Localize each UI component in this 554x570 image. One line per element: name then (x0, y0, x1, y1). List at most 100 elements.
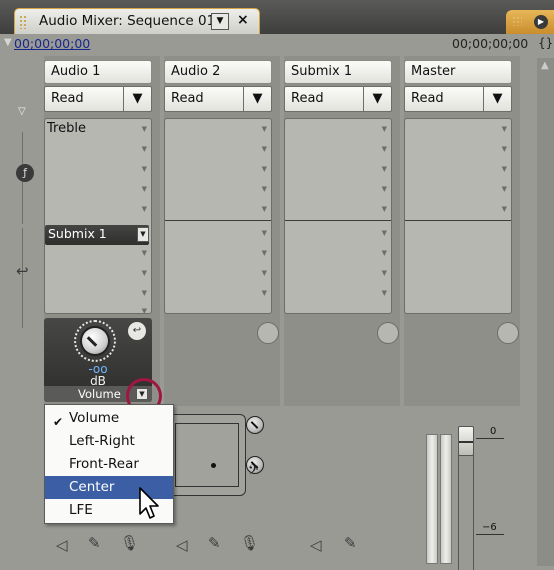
track-name[interactable]: Submix 1 (284, 60, 392, 84)
track-audio-1: Audio 1 Read ▼ Treble ▼ ▼ ▼ ▼ ▼ Submix 1… (44, 56, 160, 406)
slot-menu-icon[interactable]: ▼ (262, 205, 267, 213)
slot-menu-icon[interactable]: ▼ (142, 165, 147, 173)
panner-field[interactable] (175, 423, 239, 487)
slot-menu-icon[interactable]: ▼ (382, 165, 387, 173)
meter-left (426, 434, 438, 564)
bass-clef-icon: 𝄢 (248, 462, 259, 481)
effects-sends-panel: ▼ ▼ ▼ ▼ ▼ (404, 118, 519, 344)
record-mic-icon[interactable]: 🎙 (120, 534, 139, 552)
solo-pen-icon[interactable]: ✎ (344, 534, 357, 552)
slot-menu-icon[interactable]: ▼ (502, 185, 507, 193)
slot-menu-icon[interactable]: ▼ (502, 165, 507, 173)
solo-pen-icon[interactable]: ✎ (88, 534, 101, 552)
send-assignment-select[interactable]: Submix 1 ▼ (45, 225, 149, 245)
tab-menu-button[interactable]: ▼ (211, 13, 229, 30)
menu-item-left-right[interactable]: Left-Right (45, 430, 173, 453)
automation-mode-select[interactable]: Read ▼ (404, 86, 512, 112)
menu-item-label: Front-Rear (69, 456, 139, 472)
slot-menu-icon[interactable]: ▼ (142, 125, 147, 133)
sends-icon: ↩ (16, 262, 29, 280)
mute-speaker-icon[interactable]: ◁ (56, 536, 68, 554)
slot-menu-icon[interactable]: ▼ (382, 185, 387, 193)
slot-menu-icon[interactable]: ▼ (262, 145, 267, 153)
track-name[interactable]: Audio 1 (44, 60, 152, 84)
scroll-up-icon[interactable]: ▲ (541, 60, 549, 71)
menu-item-label: Volume (69, 410, 120, 426)
slot-menu-icon[interactable]: ▼ (382, 229, 387, 237)
surround-panner[interactable] (166, 414, 246, 496)
automation-mode-value: Read (291, 91, 324, 106)
slot-menu-icon[interactable]: ▼ (262, 165, 267, 173)
slot-menu-icon[interactable]: ▼ (382, 269, 387, 277)
slot-menu-icon[interactable]: ▼ (262, 185, 267, 193)
mute-speaker-icon[interactable]: ◁ (310, 536, 322, 554)
send-knob-placeholder[interactable] (257, 322, 279, 344)
vertical-scrollbar[interactable] (537, 58, 554, 566)
chevron-down-icon[interactable]: ▼ (243, 87, 271, 111)
meter-right (440, 434, 452, 564)
slot-menu-icon[interactable]: ▼ (502, 125, 507, 133)
slot-menu-icon[interactable]: ▼ (262, 229, 267, 237)
mouse-cursor-icon (139, 487, 159, 519)
track-name[interactable]: Master (404, 60, 512, 84)
fader-track[interactable] (458, 450, 474, 570)
send-level-knob[interactable] (82, 328, 108, 354)
slot-menu-icon[interactable]: ▼ (142, 249, 147, 257)
effects-sends-divider (285, 220, 391, 221)
send-knob-placeholder[interactable] (497, 322, 519, 344)
send-mute-toggle-icon[interactable]: ↩ (128, 322, 146, 340)
master-volume-fader: 0 −6 (400, 406, 536, 570)
fader-handle[interactable] (458, 426, 474, 456)
knob-pointer (250, 421, 259, 429)
automation-mode-select[interactable]: Read ▼ (44, 86, 152, 112)
slot-menu-icon[interactable]: ▼ (262, 269, 267, 277)
send-knob-placeholder[interactable] (377, 322, 399, 344)
current-timecode[interactable]: 00;00;00;00 (14, 36, 90, 51)
chevron-down-icon[interactable]: ▼ (483, 87, 511, 111)
slot-menu-icon[interactable]: ▼ (502, 145, 507, 153)
automation-mode-value: Read (411, 91, 444, 106)
show-effects-sends-toggle-icon[interactable]: ▽ (18, 106, 26, 117)
panner-puck[interactable] (211, 463, 216, 468)
record-mic-icon[interactable]: 🎙 (240, 534, 259, 552)
slot-menu-icon[interactable]: ▼ (262, 125, 267, 133)
slot-menu-icon[interactable]: ▼ (142, 185, 147, 193)
slot-menu-icon[interactable]: ▼ (262, 249, 267, 257)
automation-mode-select[interactable]: Read ▼ (164, 86, 272, 112)
slot-menu-icon[interactable]: ▼ (502, 205, 507, 213)
slot-menu-icon[interactable]: ▼ (262, 289, 267, 297)
tab-grip[interactable] (19, 15, 27, 29)
solo-pen-icon[interactable]: ✎ (208, 534, 221, 552)
fx-icon: ƒ (16, 164, 34, 182)
slot-menu-icon[interactable]: ▼ (382, 289, 387, 297)
panel-tab[interactable]: Audio Mixer: Sequence 01 ▼ × (14, 8, 260, 34)
slot-menu-icon[interactable]: ▼ (142, 289, 147, 297)
slot-menu-icon[interactable]: ▼ (382, 205, 387, 213)
tab-close-icon[interactable]: × (237, 12, 249, 28)
track-name[interactable]: Audio 2 (164, 60, 272, 84)
play-icon[interactable]: ▶ (534, 15, 548, 29)
in-out-icon[interactable]: {} (538, 36, 553, 50)
effect-slot-label[interactable]: Treble (47, 121, 86, 136)
center-percentage-knob[interactable] (246, 416, 264, 434)
slot-menu-icon[interactable]: ▼ (382, 125, 387, 133)
slot-menu-icon[interactable]: ▼ (382, 145, 387, 153)
slot-menu-icon[interactable]: ▼ (382, 249, 387, 257)
automation-mode-value: Read (51, 91, 84, 106)
slot-menu-icon[interactable]: ▼ (142, 307, 147, 315)
send-parameter-label: Volume (78, 387, 121, 401)
automation-mode-value: Read (171, 91, 204, 106)
menu-item-volume[interactable]: ✔ Volume (45, 407, 173, 430)
chevron-down-icon[interactable]: ▼ (123, 87, 151, 111)
slot-menu-icon[interactable]: ▼ (142, 269, 147, 277)
menu-item-front-rear[interactable]: Front-Rear (45, 453, 173, 476)
slot-menu-icon[interactable]: ▼ (142, 205, 147, 213)
effects-sends-divider (405, 220, 511, 221)
slot-menu-icon[interactable]: ▼ (142, 145, 147, 153)
automation-mode-select[interactable]: Read ▼ (284, 86, 392, 112)
mute-speaker-icon[interactable]: ◁ (176, 536, 188, 554)
chevron-down-icon[interactable]: ▼ (137, 227, 149, 242)
collapse-arrow-icon[interactable]: ▼ (4, 37, 12, 48)
timecode-row: ▼ 00;00;00;00 00;00;00;00 {} (0, 34, 554, 56)
chevron-down-icon[interactable]: ▼ (363, 87, 391, 111)
